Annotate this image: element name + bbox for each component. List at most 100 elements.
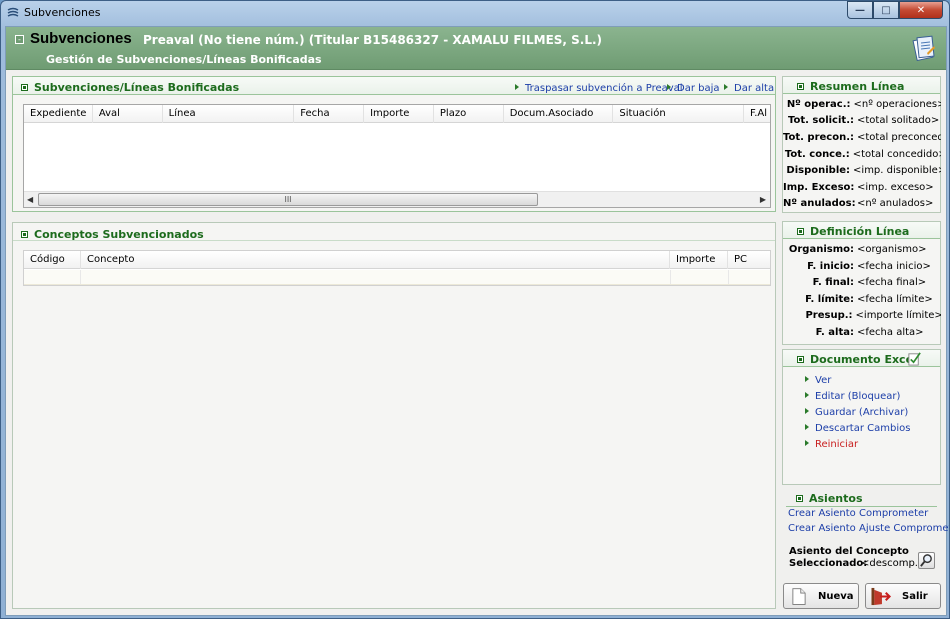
- scroll-left-icon[interactable]: ◀: [27, 195, 33, 204]
- resumen-title-text: Resumen Línea: [810, 80, 905, 93]
- salir-label: Salir: [902, 591, 928, 602]
- col-linea[interactable]: Línea: [163, 105, 295, 123]
- minimize-button[interactable]: —: [847, 1, 873, 19]
- lineas-panel: Subvenciones/Líneas Bonificadas Traspasa…: [12, 76, 776, 212]
- excel-guardar-action[interactable]: Guardar (Archivar): [805, 407, 908, 418]
- conceptos-title-text: Conceptos Subvencionados: [34, 228, 204, 241]
- col-importe[interactable]: Importe: [364, 105, 434, 123]
- resumen-row: Nº anulados: <nº anulados>: [783, 198, 934, 209]
- page-subtitle: Gestión de Subvenciones/Líneas Bonificad…: [46, 53, 322, 66]
- lineas-title-text: Subvenciones/Líneas Bonificadas: [34, 81, 240, 94]
- col-f-alta[interactable]: F.Al: [744, 105, 770, 123]
- dar-baja-link[interactable]: Dar baja: [667, 83, 720, 94]
- conceptos-panel: Conceptos Subvencionados Código Concepto…: [12, 222, 776, 609]
- resumen-row: Imp. Exceso: <imp. exceso>: [783, 182, 934, 193]
- crear-asiento-comprometer-link[interactable]: Crear Asiento Comprometer: [788, 508, 928, 519]
- excel-title: Documento Excel: [797, 353, 917, 366]
- arrow-icon: [805, 440, 809, 446]
- resumen-row: Tot. solicit.: <total solitado>: [787, 115, 940, 126]
- nueva-button[interactable]: Nueva: [783, 583, 859, 609]
- col-docum-asociado[interactable]: Docum.Asociado: [504, 105, 614, 123]
- collapse-toggle[interactable]: -: [15, 35, 24, 44]
- section-bullet-icon: [21, 230, 28, 238]
- resumen-row: Tot. conce.: <total concedido>: [784, 149, 941, 160]
- client-area: - Subvenciones Preaval (No tiene núm.) (…: [5, 26, 949, 616]
- definicion-row: Presup.: <importe límite>: [805, 310, 941, 321]
- definicion-row: F. final: <fecha final>: [812, 277, 927, 288]
- crear-asiento-ajuste-link[interactable]: Crear Asiento Ajuste Comprometido: [788, 523, 949, 534]
- search-button[interactable]: [918, 552, 935, 569]
- col-expediente[interactable]: Expediente: [24, 105, 93, 123]
- section-bullet-icon: [797, 227, 804, 235]
- maximize-button[interactable]: □: [873, 1, 899, 19]
- definicion-row: F. alta: <fecha alta>: [815, 327, 924, 338]
- section-bullet-icon: [796, 494, 803, 502]
- arrow-icon: [667, 84, 671, 90]
- lineas-grid[interactable]: Expediente Aval Línea Fecha Importe Plaz…: [23, 104, 771, 208]
- resumen-row: Disponible: <imp. disponible>: [786, 165, 941, 176]
- title-bar: Subvenciones — □ ✕: [1, 1, 949, 25]
- excel-descartar-action[interactable]: Descartar Cambios: [805, 423, 910, 434]
- arrow-icon: [805, 392, 809, 398]
- new-document-icon: [792, 588, 806, 605]
- search-icon: [920, 554, 932, 567]
- definicion-row: Organismo: <organismo>: [788, 244, 927, 255]
- lineas-grid-header: Expediente Aval Línea Fecha Importe Plaz…: [24, 105, 770, 123]
- conceptos-grid-header: Código Concepto Importe PC: [24, 251, 770, 269]
- dar-alta-link[interactable]: Dar alta: [724, 83, 774, 94]
- conceptos-grid[interactable]: Código Concepto Importe PC: [23, 250, 771, 286]
- maximize-icon: □: [881, 4, 891, 16]
- app-icon: [7, 7, 19, 17]
- minimize-icon: —: [855, 4, 865, 16]
- lineas-title: Subvenciones/Líneas Bonificadas: [21, 81, 239, 94]
- lineas-hscrollbar[interactable]: ◀ III ▶: [24, 191, 770, 207]
- resumen-title: Resumen Línea: [797, 80, 904, 93]
- definicion-row: F. límite: <fecha límite>: [805, 294, 933, 305]
- definicion-title: Definición Línea: [797, 225, 909, 238]
- scroll-right-icon[interactable]: ▶: [760, 195, 766, 204]
- edit-document-icon: [908, 352, 921, 366]
- asientos-title: Asientos: [796, 492, 863, 505]
- excel-panel: Documento Excel Ver Editar (Bloquear) Gu…: [782, 349, 941, 485]
- main-window: Subvenciones — □ ✕ - Subvenciones Preava…: [0, 0, 950, 619]
- salir-button[interactable]: Salir: [865, 583, 941, 609]
- page-title: Subvenciones: [30, 30, 132, 47]
- scroll-thumb[interactable]: III: [38, 193, 538, 206]
- close-icon: ✕: [916, 4, 926, 16]
- resumen-panel: Resumen Línea Nº operac.: <nº operaciones…: [782, 76, 941, 213]
- traspasar-link[interactable]: Traspasar subvención a Preaval: [515, 83, 683, 94]
- definicion-row: F. inicio: <fecha inicio>: [807, 261, 931, 272]
- page-info: Preaval (No tiene núm.) (Titular B154863…: [143, 33, 603, 47]
- asiento-concepto-label: Asiento del Concepto: [789, 546, 909, 557]
- col-codigo[interactable]: Código: [24, 251, 81, 269]
- col-concepto[interactable]: Concepto: [81, 251, 670, 269]
- col-situacion[interactable]: Situación: [613, 105, 745, 123]
- resumen-row: Tot. precon.:<total preconced.>: [783, 132, 941, 143]
- col-fecha[interactable]: Fecha: [294, 105, 365, 123]
- arrow-icon: [805, 424, 809, 430]
- excel-reiniciar-action[interactable]: Reiniciar: [805, 439, 858, 450]
- section-bullet-icon: [797, 82, 804, 90]
- col-pc[interactable]: PC: [728, 251, 770, 269]
- resumen-row: Nº operac.: <nº operaciones>: [786, 99, 941, 110]
- col-aval[interactable]: Aval: [93, 105, 163, 123]
- col-plazo[interactable]: Plazo: [434, 105, 504, 123]
- nueva-label: Nueva: [818, 591, 854, 602]
- section-bullet-icon: [797, 355, 804, 363]
- excel-title-text: Documento Excel: [810, 353, 917, 366]
- exit-door-icon: [871, 587, 892, 606]
- arrow-icon: [805, 376, 809, 382]
- conceptos-empty-row: [24, 270, 770, 285]
- asiento-seleccionado-label: Seleccionado:: [789, 558, 868, 569]
- window-title: Subvenciones: [24, 6, 101, 19]
- section-bullet-icon: [21, 83, 28, 91]
- arrow-icon: [805, 408, 809, 414]
- excel-ver-action[interactable]: Ver: [805, 375, 831, 386]
- conceptos-title: Conceptos Subvencionados: [21, 228, 204, 241]
- documents-icon: [912, 35, 935, 61]
- excel-editar-action[interactable]: Editar (Bloquear): [805, 391, 900, 402]
- col-importe[interactable]: Importe: [670, 251, 728, 269]
- close-button[interactable]: ✕: [899, 1, 943, 19]
- arrow-icon: [515, 84, 519, 90]
- definicion-title-text: Definición Línea: [810, 225, 910, 238]
